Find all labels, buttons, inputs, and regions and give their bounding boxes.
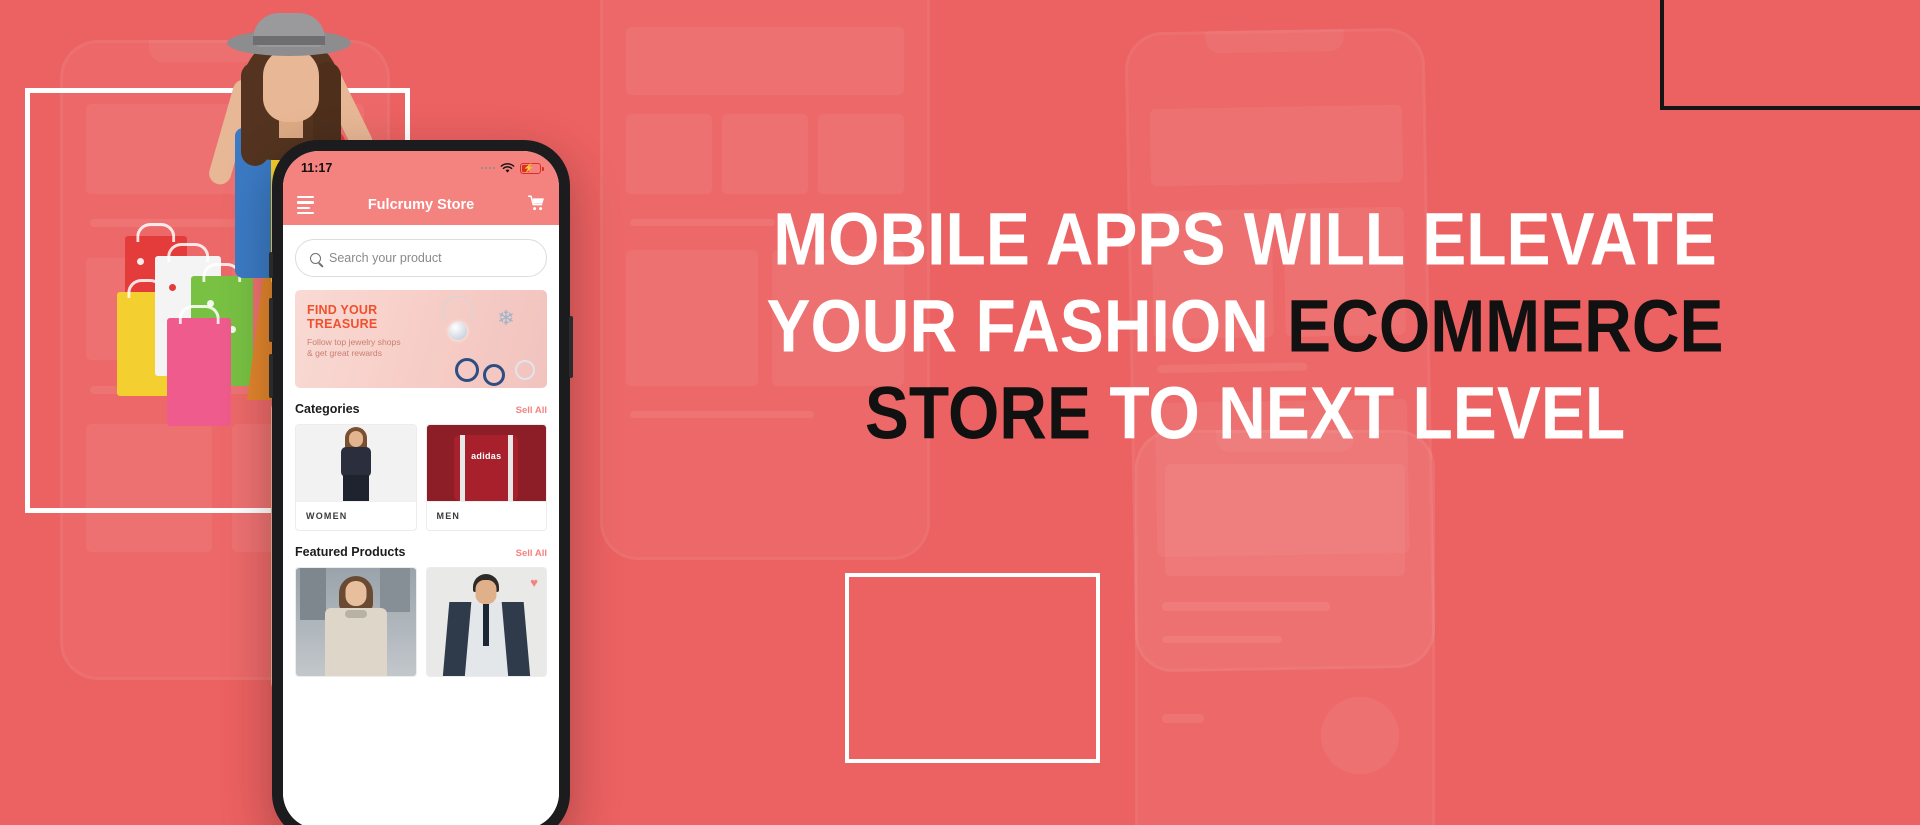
hamburger-menu-icon[interactable] [297, 195, 314, 215]
heart-icon[interactable]: ♥ [530, 576, 538, 589]
headline: MOBILE APPS WILL ELEVATE YOUR FASHION EC… [600, 196, 1890, 457]
phone-mute-button[interactable] [269, 252, 273, 278]
categories-sell-all-link[interactable]: Sell All [516, 405, 547, 416]
product-tile-2[interactable]: ♥ [425, 567, 547, 677]
signal-dots-icon [480, 166, 495, 170]
phone-power-button[interactable] [569, 316, 573, 378]
headline-line-2: YOUR FASHION ECOMMERCE [600, 278, 1890, 376]
ghost-phone-mockup-right-bottom [1135, 430, 1435, 825]
snowflake-pendant-icon: ❄ [497, 307, 515, 330]
phone-screen: 11:17 ⚡ Fulcrumy Store Search your produ… [283, 151, 559, 825]
search-placeholder: Search your product [329, 251, 442, 265]
app-header: Fulcrumy Store [283, 185, 559, 225]
category-label-women: WOMEN [296, 501, 416, 530]
battery-charging-icon: ⚡ [520, 162, 544, 174]
black-outline-rectangle [1660, 0, 1920, 110]
app-title: Fulcrumy Store [367, 197, 475, 213]
categories-title: Categories [295, 402, 360, 416]
adidas-brand-text: adidas [471, 451, 502, 461]
white-outline-rectangle [845, 573, 1100, 763]
promo-banner[interactable]: FIND YOUR TREASURE Follow top jewelry sh… [295, 290, 547, 388]
status-indicators: ⚡ [480, 162, 544, 174]
shopping-cart-icon[interactable] [527, 195, 545, 215]
product-tile-1[interactable] [295, 567, 417, 677]
ring-icon [515, 360, 535, 380]
status-bar: 11:17 ⚡ [283, 151, 559, 185]
category-tile-men[interactable]: adidas MEN [425, 424, 547, 531]
phone-mockup: 11:17 ⚡ Fulcrumy Store Search your produ… [269, 140, 573, 825]
earring-icon-left [455, 358, 479, 382]
phone-volume-down-button[interactable] [269, 354, 273, 398]
featured-title: Featured Products [295, 545, 406, 559]
headline-line-2-white: YOUR FASHION [766, 284, 1288, 368]
categories-section-header: Categories Sell All [295, 402, 547, 416]
categories-row: WOMEN adidas MEN [295, 424, 547, 531]
model-face [263, 48, 319, 122]
pendant-icon [449, 322, 467, 340]
headline-line-2-black: ECOMMERCE [1287, 284, 1724, 368]
headline-line-3-white: TO NEXT LEVEL [1109, 371, 1626, 455]
category-image-women [296, 425, 416, 501]
category-label-men: MEN [426, 501, 546, 530]
shopping-bag-pink [167, 318, 231, 426]
category-tile-women[interactable]: WOMEN [295, 424, 417, 531]
status-time: 11:17 [301, 161, 333, 175]
phone-volume-up-button[interactable] [269, 298, 273, 342]
featured-products-row: ♥ [295, 567, 547, 677]
headline-line-1: MOBILE APPS WILL ELEVATE [600, 191, 1890, 289]
promo-banner-subtitle: Follow top jewelry shops & get great rew… [307, 337, 401, 359]
headline-line-1-text: MOBILE APPS WILL ELEVATE [773, 197, 1717, 281]
featured-sell-all-link[interactable]: Sell All [516, 548, 547, 559]
featured-section-header: Featured Products Sell All [295, 545, 547, 559]
app-content: Search your product FIND YOUR TREASURE F… [283, 225, 559, 825]
category-image-men: adidas [426, 425, 546, 501]
banner-stage: 11:17 ⚡ Fulcrumy Store Search your produ… [0, 0, 1920, 825]
search-icon [310, 252, 321, 264]
model-hat-band [253, 36, 325, 45]
earring-icon-right [483, 364, 505, 386]
headline-line-3-black: STORE [864, 371, 1110, 455]
wifi-icon [500, 162, 515, 173]
search-input[interactable]: Search your product [295, 239, 547, 277]
headline-line-3: STORE TO NEXT LEVEL [600, 365, 1890, 463]
